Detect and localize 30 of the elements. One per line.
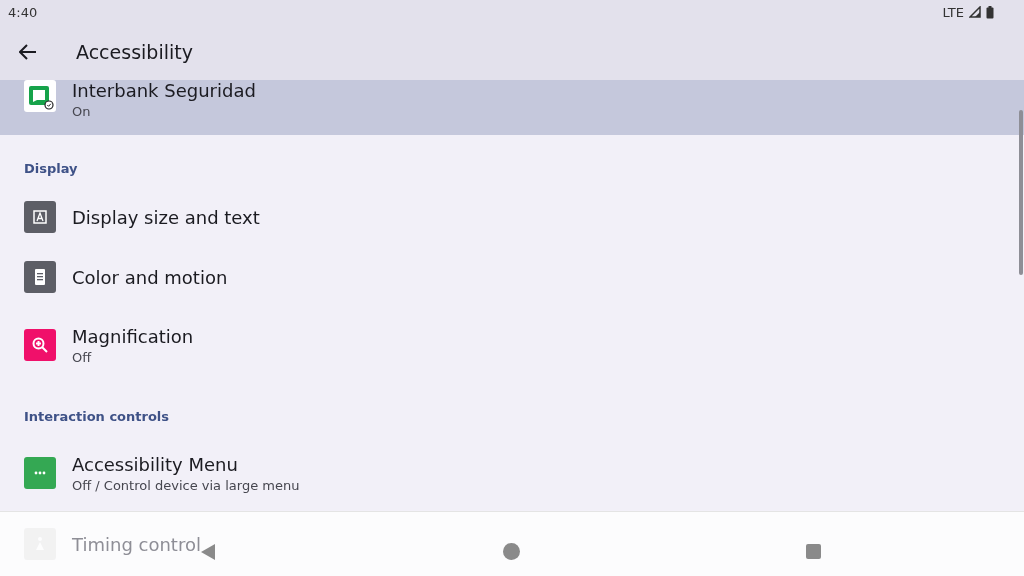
battery-icon [986,5,994,19]
section-header: Display [23,160,79,178]
letter-a-icon [24,201,56,233]
section-header: Interaction controls [23,408,171,426]
item-summary: On [72,104,92,119]
item-title: Timing control [72,533,201,555]
back-arrow-icon[interactable] [19,44,37,60]
scrollbar[interactable] [1019,110,1023,275]
network-type: LTE [942,4,964,20]
page-title: Accessibility [76,41,193,63]
settings-item[interactable]: Accessibility Menu Off / Control device via large menu [0,435,1024,511]
signal-icon [969,6,981,18]
settings-item[interactable]: Color and motion [0,247,1024,307]
item-title: Accessibility Menu [72,453,239,475]
item-title: Interbank Seguridad [72,80,256,101]
home-icon[interactable] [503,543,520,560]
item-title: Color and motion [72,266,228,288]
item-title: Display size and text [72,206,260,228]
settings-item[interactable]: Interbank Seguridad On [0,80,1024,135]
item-title: Magnification [72,325,194,347]
settings-item[interactable]: Display size and text [0,187,1024,247]
settings-item[interactable]: Magnification Off [0,307,1024,383]
app-icon [24,80,56,112]
magnifier-icon [24,329,56,361]
status-time: 4:40 [8,4,38,20]
dots-icon [24,457,56,489]
item-summary: Off [72,349,93,365]
item-summary: Off / Control device via large menu [72,477,300,493]
phone-icon [24,261,56,293]
back-icon[interactable] [200,543,216,561]
